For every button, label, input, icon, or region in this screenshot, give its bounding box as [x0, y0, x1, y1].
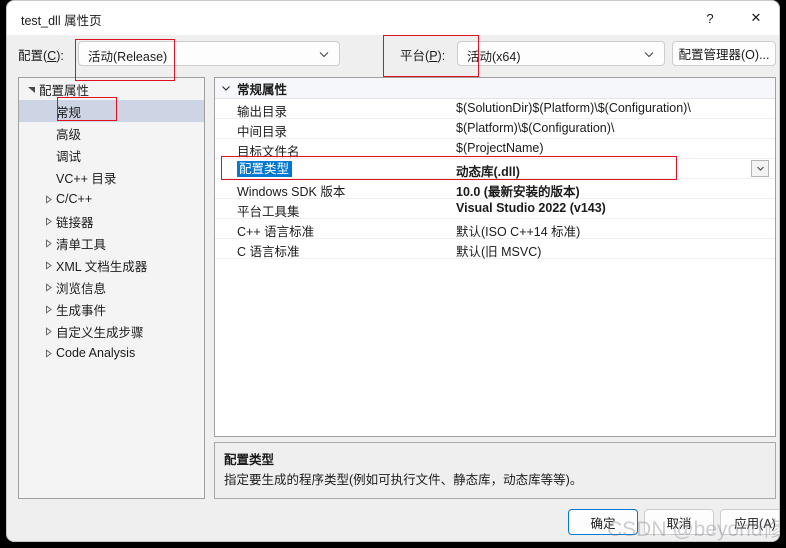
tree-item-label: C/C++: [56, 192, 93, 206]
property-tree[interactable]: 配置属性常规高级调试 VC++ 目录 C/C++ 链接器清单工具 XML 文档生成器 浏览…: [18, 77, 205, 499]
property-row[interactable]: 平台工具集 Visual Studio 2022 (v143): [215, 199, 775, 219]
property-row[interactable]: Windows SDK 版本 10.0 (最新安装的版本): [215, 179, 775, 199]
tree-item[interactable]: 高级: [19, 122, 204, 144]
triangle-right-icon[interactable]: [40, 216, 56, 226]
tree-item-label: 浏览信息: [56, 281, 107, 296]
property-value[interactable]: $(ProjectName): [456, 141, 544, 155]
property-row-list: 输出目录 $(SolutionDir)$(Platform)\$(Configur…: [215, 99, 775, 259]
help-icon[interactable]: ?: [687, 1, 733, 35]
property-row[interactable]: 中间目录 $(Platform)\$(Configuration)\: [215, 119, 775, 139]
description-title: 配置类型: [224, 453, 275, 467]
property-group-header[interactable]: 常规属性: [215, 78, 775, 99]
platform-dropdown-value: 活动(x64): [467, 50, 521, 64]
tree-item[interactable]: 浏览信息: [19, 276, 204, 298]
property-name: 输出目录: [237, 105, 288, 119]
tree-item-label: VC++ 目录: [56, 171, 117, 186]
configuration-bar: 配置(C): 活动(Release) 平台(P): 活动(x64) 配置管理器(…: [7, 35, 779, 71]
triangle-right-icon[interactable]: [40, 238, 56, 248]
tree-item-label: 链接器: [56, 215, 94, 230]
tree-item-label: 常规: [56, 105, 82, 120]
property-grid[interactable]: 常规属性 输出目录 $(SolutionDir)$(Platform)\$(Con…: [214, 77, 776, 437]
tree-item[interactable]: 配置属性: [19, 78, 204, 100]
tree-item[interactable]: 调试: [19, 144, 204, 166]
tree-item[interactable]: VC++ 目录: [19, 166, 204, 188]
tree-item[interactable]: C/C++: [19, 188, 204, 210]
page-title: test_dll 属性页: [21, 14, 102, 28]
property-name: 中间目录: [237, 125, 288, 139]
property-value[interactable]: Visual Studio 2022 (v143): [456, 201, 606, 215]
configuration-manager-button[interactable]: 配置管理器(O)...: [672, 41, 776, 66]
description-text: 指定要生成的程序类型(例如可执行文件、静态库，动态库等等)。: [224, 473, 583, 487]
triangle-right-icon[interactable]: [40, 282, 56, 292]
triangle-right-icon[interactable]: [40, 194, 56, 204]
configuration-dropdown[interactable]: 活动(Release): [78, 41, 340, 66]
tree-item-label: Code Analysis: [56, 346, 136, 360]
property-name: 配置类型: [237, 161, 293, 177]
tree-item[interactable]: XML 文档生成器: [19, 254, 204, 276]
cancel-button[interactable]: 取消: [644, 509, 714, 535]
property-value[interactable]: 默认(旧 MSVC): [456, 241, 541, 260]
triangle-right-icon[interactable]: [40, 304, 56, 314]
property-name: C++ 语言标准: [237, 225, 315, 239]
property-value-dropdown-button[interactable]: [751, 160, 769, 177]
ok-button[interactable]: 确定: [568, 509, 638, 535]
tree-item-label: 生成事件: [56, 303, 107, 318]
chevron-down-icon: [643, 48, 655, 60]
property-name: C 语言标准: [237, 245, 300, 259]
property-row[interactable]: C++ 语言标准 默认(ISO C++14 标准): [215, 219, 775, 239]
property-value[interactable]: $(SolutionDir)$(Platform)\$(Configuratio…: [456, 101, 691, 115]
platform-dropdown[interactable]: 活动(x64): [457, 41, 665, 66]
property-group-title: 常规属性: [237, 82, 288, 97]
tree-item-label: 高级: [56, 127, 82, 142]
tree-item[interactable]: Code Analysis: [19, 342, 204, 364]
property-name: 平台工具集: [237, 205, 300, 219]
property-value[interactable]: 动态库(.dll): [456, 161, 520, 180]
tree-item[interactable]: 清单工具: [19, 232, 204, 254]
triangle-right-icon[interactable]: [40, 260, 56, 270]
chevron-down-icon: [318, 48, 330, 60]
tree-item-label: 清单工具: [56, 237, 107, 252]
property-row[interactable]: C 语言标准 默认(旧 MSVC): [215, 239, 775, 259]
property-row[interactable]: 目标文件名 $(ProjectName): [215, 139, 775, 159]
triangle-right-icon[interactable]: [40, 348, 56, 358]
property-value[interactable]: 默认(ISO C++14 标准): [456, 221, 580, 240]
property-name: Windows SDK 版本: [237, 185, 346, 199]
tree-item-label: XML 文档生成器: [56, 259, 148, 274]
tree-item[interactable]: 链接器: [19, 210, 204, 232]
apply-button[interactable]: 应用(A): [720, 509, 779, 535]
property-row[interactable]: 配置类型 动态库(.dll): [215, 159, 775, 179]
property-row[interactable]: 输出目录 $(SolutionDir)$(Platform)\$(Configur…: [215, 99, 775, 119]
platform-label: 平台(P):: [400, 49, 446, 63]
property-name: 目标文件名: [237, 145, 300, 159]
description-panel: 配置类型 指定要生成的程序类型(例如可执行文件、静态库，动态库等等)。: [214, 442, 776, 499]
tree-item[interactable]: 自定义生成步骤: [19, 320, 204, 342]
title-bar: test_dll 属性页 ? ✕: [7, 1, 779, 35]
chevron-down-icon[interactable]: [215, 83, 237, 93]
tree-item[interactable]: 常规: [19, 100, 204, 122]
property-value[interactable]: 10.0 (最新安装的版本): [456, 181, 580, 200]
close-icon[interactable]: ✕: [733, 1, 779, 35]
configuration-label: 配置(C):: [18, 49, 64, 63]
tree-item-label: 调试: [56, 149, 82, 164]
property-value[interactable]: $(Platform)\$(Configuration)\: [456, 121, 614, 135]
triangle-down-icon[interactable]: [23, 85, 39, 94]
tree-item[interactable]: 生成事件: [19, 298, 204, 320]
properties-dialog: test_dll 属性页 ? ✕ 配置(C): 活动(Release) 平台(P…: [6, 0, 780, 542]
tree-item-label: 自定义生成步骤: [56, 325, 144, 340]
configuration-dropdown-value: 活动(Release): [88, 50, 168, 64]
tree-item-label: 配置属性: [39, 83, 90, 98]
triangle-right-icon[interactable]: [40, 326, 56, 336]
